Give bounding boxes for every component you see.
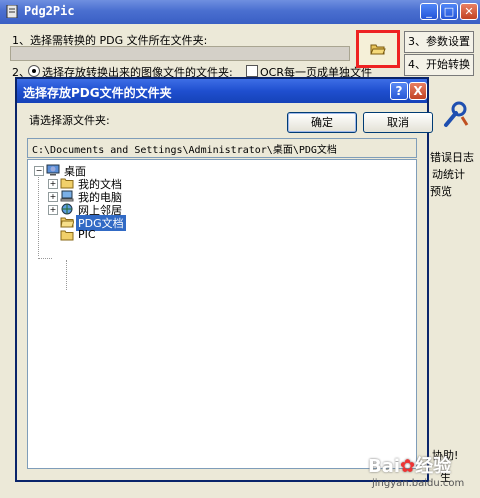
select-folder-dialog: 选择存放PDG文件的文件夹 ? X 请选择源文件夹: 确定 取消 C:\Docu… [15,77,433,482]
error-log-link[interactable]: 错误日志 [430,149,474,165]
expand-icon[interactable]: + [48,192,58,202]
tree-guide [38,174,39,256]
tree-item-label: PIC [78,228,96,241]
expand-icon[interactable]: + [48,179,58,189]
auto-stats-link[interactable]: 动统计 [432,166,465,182]
cancel-button[interactable]: 取消 [363,112,433,133]
main-title-bar: Pdg2Pic _ □ ✕ [0,0,480,24]
ocr-checkbox[interactable] [246,65,258,77]
settings-button[interactable]: 3、参数设置 [404,31,474,53]
source-folder-field[interactable] [10,46,350,61]
watermark-brand2: 经验 [415,456,452,477]
preview-link[interactable]: 预览 [430,183,452,199]
maximize-icon[interactable]: □ [440,3,458,20]
collapse-icon[interactable]: − [34,166,44,176]
dialog-title-bar: 选择存放PDG文件的文件夹 ? X [17,79,427,103]
desktop-icon [46,164,60,176]
computer-icon [60,190,74,202]
help-icon[interactable]: ? [390,82,408,100]
dialog-prompt: 请选择源文件夹: [29,114,110,127]
tree-item-pdg-folder[interactable]: PDG文档 [60,215,160,231]
output-folder-radio[interactable] [28,65,40,77]
network-icon [61,203,73,215]
folder-tree[interactable]: − 桌面 + 我的文档 + 我的电脑 + 网上邻居 PDG文档 PIC [27,159,417,469]
tree-guide [66,260,67,290]
start-convert-button[interactable]: 4、开始转换 [404,54,474,76]
close-icon[interactable]: ✕ [460,3,478,20]
main-window-title: Pdg2Pic [24,4,75,18]
watermark-brand: Bai [368,456,401,477]
paw-icon: ✿ [400,456,416,477]
dialog-title: 选择存放PDG文件的文件夹 [23,86,172,100]
ok-button[interactable]: 确定 [287,112,357,133]
minimize-icon[interactable]: _ [420,3,438,20]
tools-icon [444,101,469,127]
browse-folder-button[interactable] [356,30,400,68]
folder-path-field[interactable]: C:\Documents and Settings\Administrator\… [27,138,417,158]
tree-guide [38,258,52,259]
watermark-url: jingyan.baidu.com [372,478,465,489]
expand-icon[interactable]: + [48,205,58,215]
folder-icon [60,178,74,189]
dialog-close-icon[interactable]: X [409,82,427,100]
watermark-logo: Bai✿经验 [368,452,451,478]
open-folder-icon [60,217,74,228]
folder-icon [60,230,74,241]
tree-item-pic-folder[interactable]: PIC [60,228,160,242]
app-icon [6,5,18,18]
open-folder-icon [370,44,386,55]
